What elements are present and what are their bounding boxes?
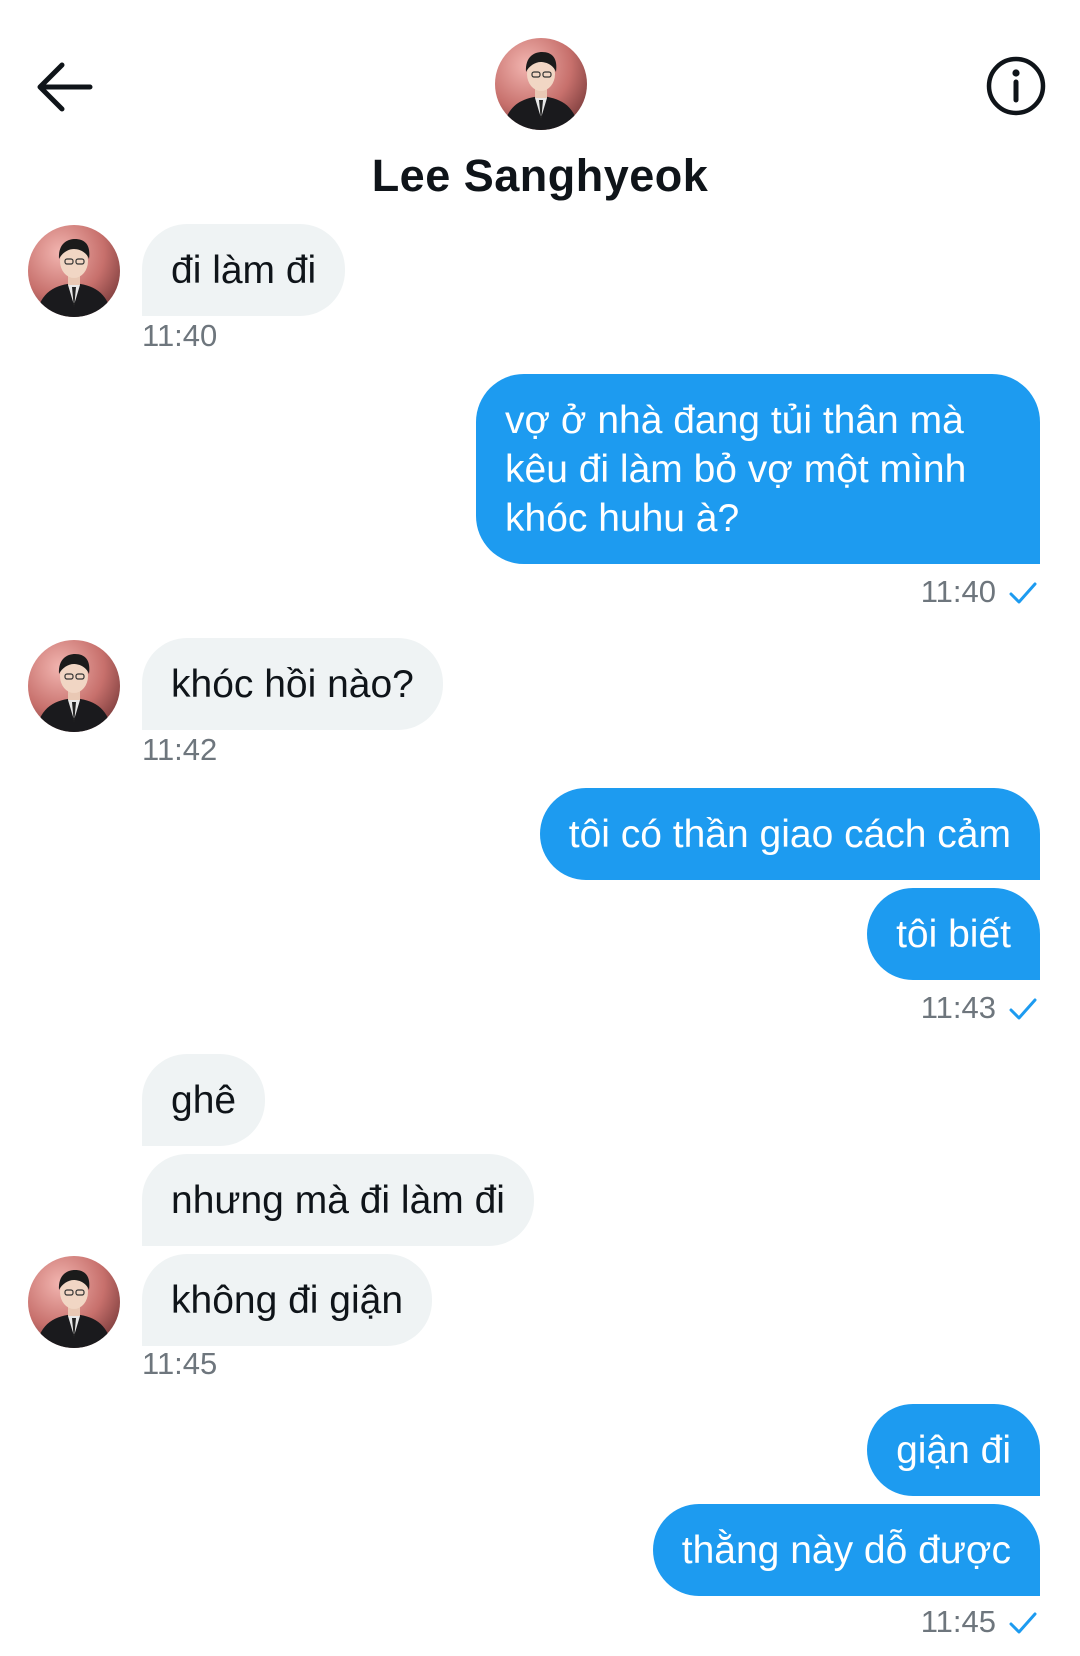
info-button[interactable] [984,54,1048,118]
outgoing-message[interactable]: tôi có thần giao cách cảm [539,788,1040,880]
incoming-message[interactable]: đi làm đi [142,224,346,316]
sender-avatar[interactable] [28,1256,120,1348]
read-check-icon [1009,1612,1037,1634]
contact-name[interactable]: Lee Sanghyeok [0,150,1080,202]
message-timestamp: 11:40 [920,574,996,609]
message-timestamp: 11:40 [142,318,218,353]
read-check-icon [1009,998,1037,1020]
message-timestamp: 11:42 [142,732,218,767]
incoming-message[interactable]: khóc hồi nào? [142,638,443,730]
read-check-icon [1009,582,1037,604]
back-button[interactable] [30,55,102,119]
info-circle-icon [986,56,1046,116]
outgoing-message[interactable]: thằng này dỗ được [652,1504,1040,1596]
message-timestamp: 11:45 [142,1346,218,1381]
message-timestamp: 11:43 [920,990,996,1025]
outgoing-message[interactable]: tôi biết [867,888,1040,980]
message-timestamp: 11:45 [920,1604,996,1639]
arrow-left-icon [37,62,93,112]
outgoing-message[interactable]: vợ ở nhà đang tủi thân mà kêu đi làm bỏ … [476,374,1040,564]
outgoing-message[interactable]: giận đi [867,1404,1040,1496]
sender-avatar[interactable] [28,225,120,317]
chat-header: Lee Sanghyeok [0,0,1080,210]
incoming-message[interactable]: không đi giận [142,1254,433,1346]
incoming-message[interactable]: ghê [142,1054,266,1146]
sender-avatar[interactable] [28,640,120,732]
incoming-message[interactable]: nhưng mà đi làm đi [142,1154,534,1246]
contact-avatar[interactable] [495,38,587,130]
